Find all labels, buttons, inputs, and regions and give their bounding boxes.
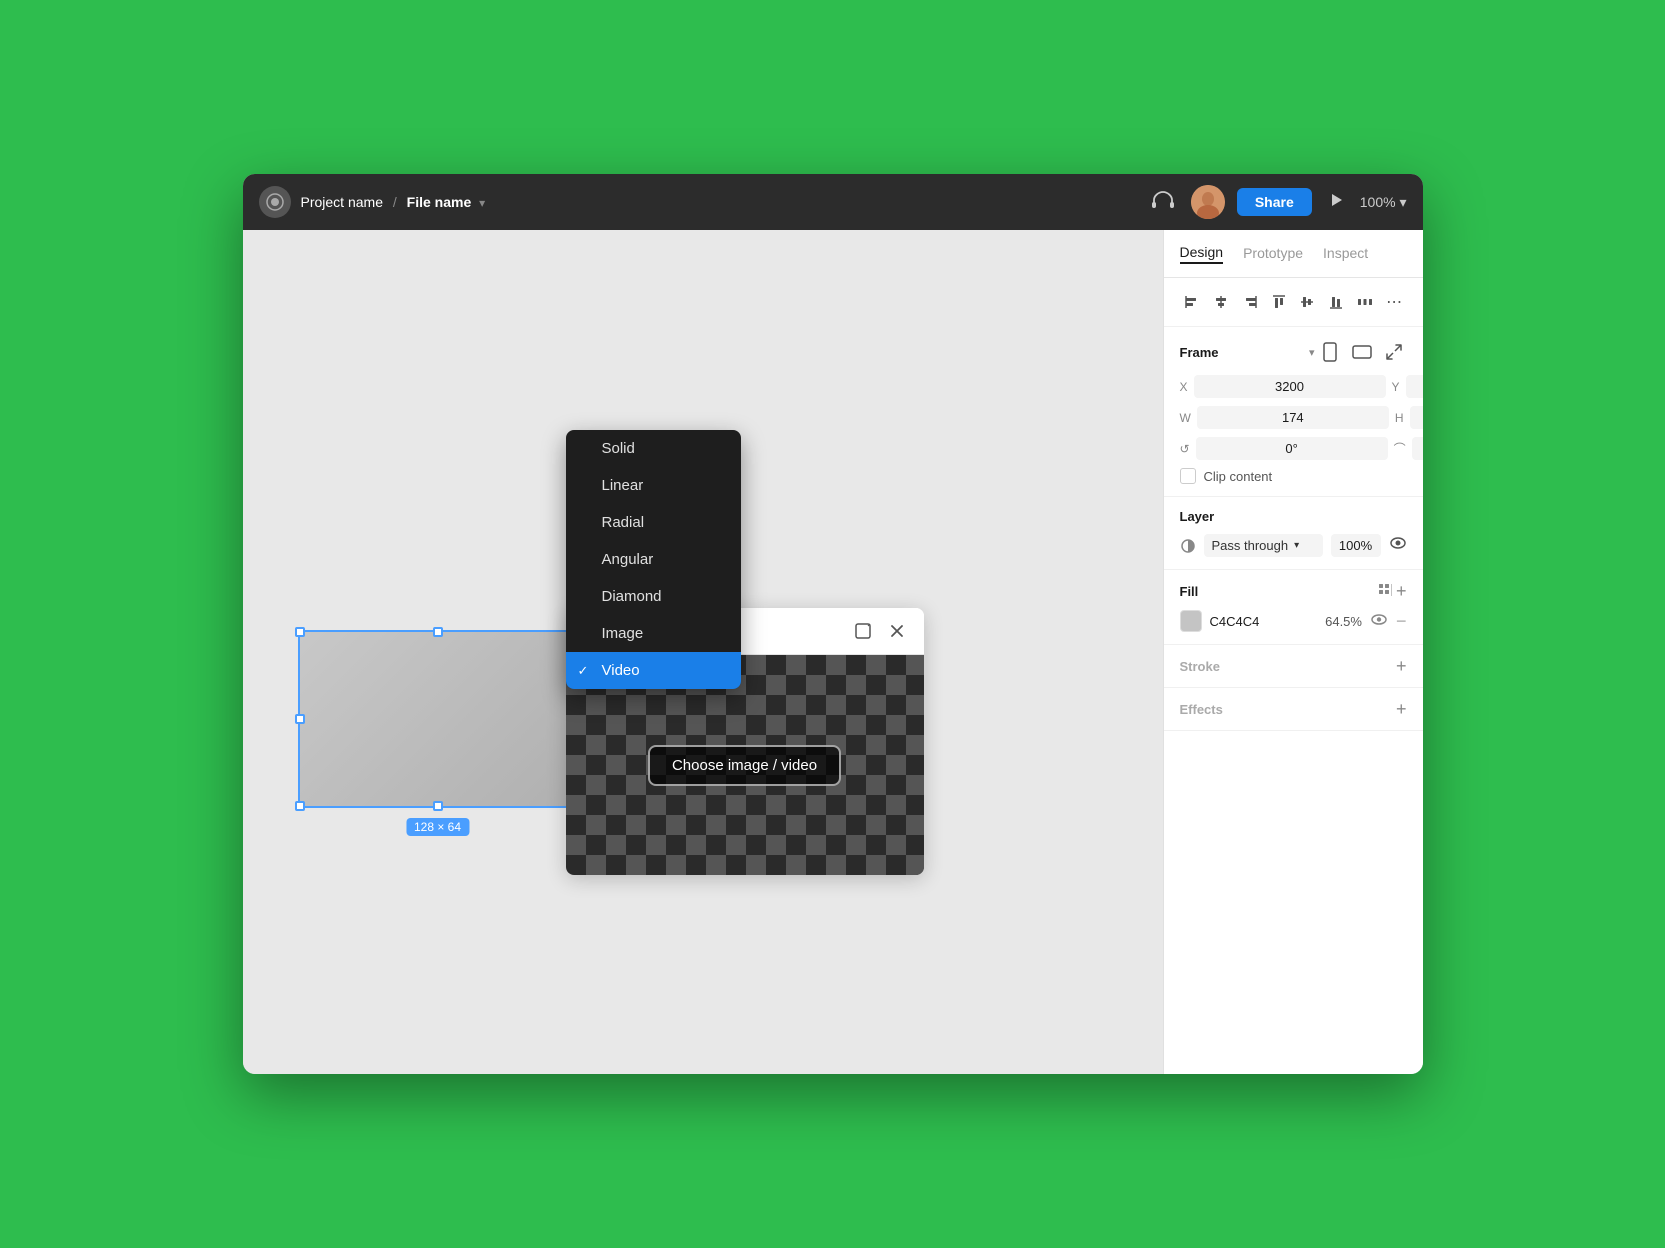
fill-panel-close-btn[interactable] bbox=[884, 618, 910, 644]
layer-section-title: Layer bbox=[1180, 509, 1407, 524]
align-left-btn[interactable] bbox=[1180, 288, 1205, 316]
dropdown-item-image[interactable]: Image bbox=[566, 615, 741, 652]
titlebar: Project name / File name ▾ Sh bbox=[243, 174, 1423, 230]
align-middle-v-btn[interactable] bbox=[1295, 288, 1320, 316]
canvas-element[interactable]: 128 × 64 bbox=[298, 630, 578, 808]
fill-color-swatch[interactable] bbox=[1180, 610, 1202, 632]
handle-bl[interactable] bbox=[295, 801, 305, 811]
layer-section: Layer Pass through ▾ bbox=[1164, 497, 1423, 570]
panel-tabs: Design Prototype Inspect bbox=[1164, 230, 1423, 278]
clip-content-row: Clip content bbox=[1180, 468, 1407, 484]
layer-section-header: Layer bbox=[1180, 509, 1407, 524]
effects-section: Effects + bbox=[1164, 688, 1423, 731]
fill-visibility-btn[interactable] bbox=[1370, 613, 1388, 630]
effects-section-header: Effects + bbox=[1180, 700, 1407, 718]
w-label: W bbox=[1180, 411, 1191, 425]
dropdown-item-solid[interactable]: Solid bbox=[566, 430, 741, 467]
layer-mode-chevron: ▾ bbox=[1294, 540, 1299, 551]
breadcrumb: Project name / File name ▾ bbox=[301, 194, 1147, 210]
align-center-h-btn[interactable] bbox=[1208, 288, 1233, 316]
fill-opacity-value: 64.5% bbox=[1318, 614, 1362, 629]
clip-content-label: Clip content bbox=[1204, 469, 1273, 484]
layer-visibility-btn[interactable] bbox=[1389, 536, 1407, 555]
play-button[interactable] bbox=[1324, 188, 1348, 217]
align-right-btn[interactable] bbox=[1237, 288, 1262, 316]
zoom-control[interactable]: 100% ▾ bbox=[1360, 194, 1407, 211]
align-top-btn[interactable] bbox=[1266, 288, 1291, 316]
app-window: Project name / File name ▾ Sh bbox=[243, 174, 1423, 1074]
dropdown-item-linear[interactable]: Linear bbox=[566, 467, 741, 504]
h-label: H bbox=[1395, 411, 1404, 425]
align-bottom-btn[interactable] bbox=[1324, 288, 1349, 316]
xy-row: X Y bbox=[1180, 375, 1407, 398]
headphone-icon-btn[interactable] bbox=[1147, 186, 1179, 219]
more-align-btn[interactable]: ⋯ bbox=[1382, 288, 1407, 316]
frame-icons bbox=[1317, 339, 1407, 365]
element-size-label: 128 × 64 bbox=[406, 818, 469, 836]
tab-design[interactable]: Design bbox=[1180, 244, 1224, 264]
rotation-input[interactable] bbox=[1196, 437, 1388, 460]
dropdown-item-radial[interactable]: Radial bbox=[566, 504, 741, 541]
handle-ml[interactable] bbox=[295, 714, 305, 724]
tab-inspect[interactable]: Inspect bbox=[1323, 245, 1368, 263]
dropdown-item-diamond[interactable]: Diamond bbox=[566, 578, 741, 615]
layer-opacity-input[interactable] bbox=[1331, 534, 1381, 557]
clip-content-checkbox[interactable] bbox=[1180, 468, 1196, 484]
avatar bbox=[1191, 185, 1225, 219]
titlebar-actions: Share 100% ▾ bbox=[1147, 185, 1407, 219]
frame-section-title: Frame bbox=[1180, 345, 1309, 360]
radius-icon: ⌒ bbox=[1394, 440, 1406, 457]
y-input[interactable] bbox=[1406, 375, 1423, 398]
handle-bm[interactable] bbox=[433, 801, 443, 811]
rotation-radius-row: ↺ ⌒ bbox=[1180, 437, 1407, 460]
dropdown-item-video[interactable]: ✓ Video bbox=[566, 652, 741, 689]
fill-panel-icons bbox=[850, 618, 910, 644]
w-input[interactable] bbox=[1197, 406, 1389, 429]
app-logo bbox=[259, 186, 291, 218]
fill-section-title: Fill bbox=[1180, 584, 1378, 599]
handle-tl[interactable] bbox=[295, 627, 305, 637]
radius-input[interactable] bbox=[1412, 437, 1423, 460]
align-row: ⋯ bbox=[1164, 278, 1423, 327]
stroke-section: Stroke + bbox=[1164, 645, 1423, 688]
effects-section-title: Effects bbox=[1180, 702, 1396, 717]
wh-row: W H bbox=[1180, 406, 1407, 429]
rotation-icon: ↺ bbox=[1180, 442, 1190, 456]
frame-section-header: Frame ▾ bbox=[1180, 339, 1407, 365]
x-label: X bbox=[1180, 380, 1188, 394]
checkmark-icon: ✓ bbox=[578, 663, 589, 679]
frame-resize-btn[interactable] bbox=[1381, 339, 1407, 365]
dropdown-item-angular[interactable]: Angular bbox=[566, 541, 741, 578]
stroke-section-title: Stroke bbox=[1180, 659, 1396, 674]
frame-portrait-btn[interactable] bbox=[1317, 339, 1343, 365]
x-input[interactable] bbox=[1194, 375, 1386, 398]
fill-remove-btn[interactable]: − bbox=[1396, 612, 1407, 630]
layer-opacity-icon bbox=[1180, 538, 1196, 554]
effects-add-btn[interactable]: + bbox=[1396, 700, 1407, 718]
distribute-btn[interactable] bbox=[1353, 288, 1378, 316]
y-label: Y bbox=[1392, 380, 1400, 394]
fill-grid-btn[interactable] bbox=[1378, 583, 1392, 600]
canvas-area: 128 × 64 Solid Linear Radial Angular Dia… bbox=[243, 230, 1163, 1074]
fill-panel-square-icon-btn[interactable] bbox=[850, 618, 876, 644]
right-panel: Design Prototype Inspect bbox=[1163, 230, 1423, 1074]
choose-media-button[interactable]: Choose image / video bbox=[648, 745, 841, 786]
frame-landscape-btn[interactable] bbox=[1349, 339, 1375, 365]
layer-row: Pass through ▾ bbox=[1180, 534, 1407, 557]
h-input[interactable] bbox=[1410, 406, 1423, 429]
tab-prototype[interactable]: Prototype bbox=[1243, 245, 1303, 263]
handle-tm[interactable] bbox=[433, 627, 443, 637]
fill-section: Fill + C4C4C4 64.5 bbox=[1164, 570, 1423, 645]
stroke-add-btn[interactable]: + bbox=[1396, 657, 1407, 675]
fill-type-dropdown: Solid Linear Radial Angular Diamond Imag… bbox=[566, 430, 741, 689]
layer-mode-btn[interactable]: Pass through ▾ bbox=[1204, 534, 1323, 557]
frame-section: Frame ▾ bbox=[1164, 327, 1423, 497]
stroke-section-header: Stroke + bbox=[1180, 657, 1407, 675]
share-button[interactable]: Share bbox=[1237, 188, 1312, 216]
fill-hex-value: C4C4C4 bbox=[1210, 614, 1310, 629]
fill-section-header: Fill + bbox=[1180, 582, 1407, 600]
fill-item-row: C4C4C4 64.5% − bbox=[1180, 610, 1407, 632]
fill-add-btn[interactable]: + bbox=[1396, 582, 1407, 600]
main-area: 128 × 64 Solid Linear Radial Angular Dia… bbox=[243, 230, 1423, 1074]
